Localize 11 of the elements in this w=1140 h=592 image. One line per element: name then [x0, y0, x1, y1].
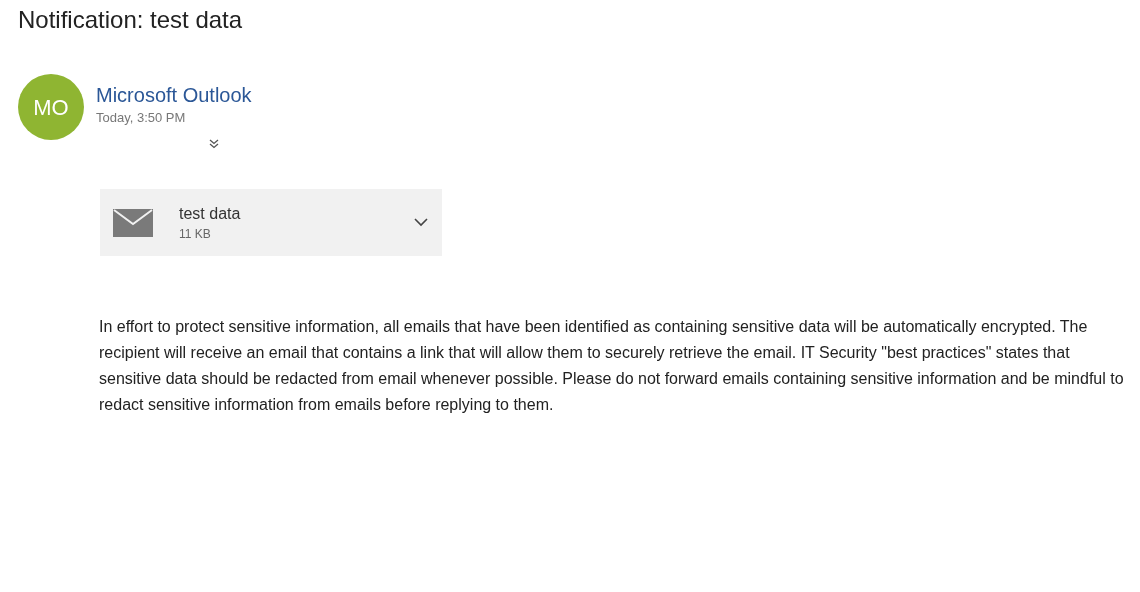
- message-body: In effort to protect sensitive information, all emails that have been identified as containing sensitive data will be automatically encrypted. The recipient will receive an email that contains a link that will allow them to securely retrieve the email. IT Security "best practices" states that sensitive data should be redacted from email whenever possible. Please do not forward emails containing sensitive information and be mindful to redact sensitive information from emails before replying to them.: [99, 317, 1125, 415]
- sent-time: Today, 3:50 PM: [96, 109, 186, 127]
- attachment-card[interactable]: test data 11 KB: [100, 189, 442, 256]
- sender-avatar: MO: [18, 74, 84, 140]
- envelope-icon: [113, 208, 153, 237]
- attachment-name: test data: [179, 203, 241, 224]
- expand-icon[interactable]: [209, 139, 219, 149]
- attachment-size: 11 KB: [179, 225, 212, 242]
- chevron-down-icon[interactable]: [414, 218, 428, 227]
- email-subject: Notification: test data: [18, 5, 243, 35]
- sender-name[interactable]: Microsoft Outlook: [96, 82, 252, 108]
